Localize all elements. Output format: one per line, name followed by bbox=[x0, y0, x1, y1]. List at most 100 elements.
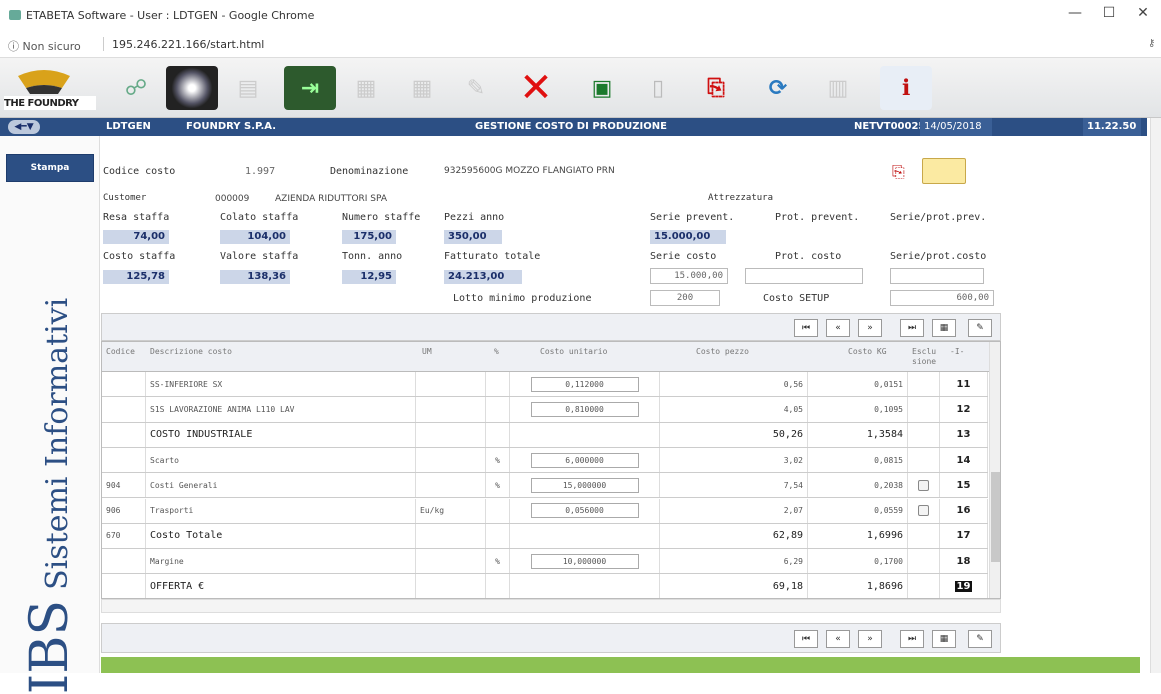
serie-costo-input[interactable]: 15.000,00 bbox=[650, 268, 728, 284]
lotto-label: Lotto minimo produzione bbox=[453, 293, 592, 304]
table-row[interactable]: COSTO INDUSTRIALE 50,26 1,3584 13 bbox=[102, 422, 988, 448]
delete-icon[interactable]: ✕ bbox=[510, 65, 562, 111]
minimize-button[interactable]: — bbox=[1060, 5, 1090, 21]
col-codice[interactable]: Codice bbox=[106, 347, 135, 356]
last-record-button[interactable]: ⏭ bbox=[900, 319, 924, 337]
maximize-button[interactable]: ☐ bbox=[1094, 5, 1124, 21]
table-row[interactable]: OFFERTA € 69,18 1,8696 19 bbox=[102, 574, 988, 598]
unit-cost-input[interactable]: 15,000000 bbox=[530, 477, 639, 493]
cell-code bbox=[102, 574, 146, 598]
browser-title-bar: ETABETA Software - User : LDTGEN - Googl… bbox=[0, 0, 1161, 30]
cell-unit[interactable]: 0,112000 bbox=[510, 372, 660, 397]
col-esclusione[interactable]: Esclu sione bbox=[912, 347, 940, 367]
cell-kg: 0,1095 bbox=[808, 397, 908, 422]
cell-code bbox=[102, 372, 146, 397]
cell-chk bbox=[908, 498, 940, 523]
edit-button-bottom[interactable]: ✎ bbox=[968, 630, 992, 648]
unit-cost-input[interactable]: 10,000000 bbox=[530, 553, 639, 569]
stampa-button[interactable]: Stampa bbox=[6, 154, 94, 182]
col-descrizione[interactable]: Descrizione costo bbox=[150, 347, 232, 356]
cell-code bbox=[102, 549, 146, 574]
cell-kg: 0,1700 bbox=[808, 549, 908, 574]
col-costo-unitario[interactable]: Costo unitario bbox=[540, 347, 607, 356]
costo-staffa-value: 125,78 bbox=[103, 270, 169, 284]
table-row[interactable]: S1S LAVORAZIONE ANIMA L110 LAV 0,810000 4,… bbox=[102, 397, 988, 423]
security-indicator[interactable]: ⓘ Non sicuro bbox=[8, 38, 81, 54]
grid-header: Codice Descrizione costo UM % Costo unit… bbox=[102, 342, 1000, 372]
cell-code bbox=[102, 422, 146, 447]
colato-staffa-label: Colato staffa bbox=[220, 212, 299, 223]
address-bar[interactable]: ⓘ Non sicuro 195.246.221.166/start.html … bbox=[0, 30, 1161, 58]
cell-unit[interactable]: 0,056000 bbox=[510, 498, 660, 523]
unit-cost-input[interactable]: 6,000000 bbox=[530, 452, 639, 468]
last-record-button-bottom[interactable]: ⏭ bbox=[900, 630, 924, 648]
folder-icon[interactable] bbox=[922, 158, 966, 184]
denominazione-label: Denominazione bbox=[330, 166, 409, 177]
unit-cost-input[interactable]: 0,056000 bbox=[530, 503, 639, 519]
lotto-input[interactable]: 200 bbox=[650, 290, 720, 306]
edit-button[interactable]: ✎ bbox=[968, 319, 992, 337]
pdf-doc-icon[interactable]: ⎘ bbox=[892, 162, 905, 182]
cell-unit[interactable]: 6,000000 bbox=[510, 447, 660, 473]
print-icon[interactable]: ▤ bbox=[222, 66, 274, 110]
unit-cost-input[interactable]: 0,112000 bbox=[530, 376, 639, 392]
doc2-icon[interactable]: ▦ bbox=[396, 66, 448, 110]
col-n[interactable]: -I- bbox=[950, 347, 964, 356]
cell-unit[interactable]: 10,000000 bbox=[510, 549, 660, 574]
url-text[interactable]: 195.246.221.166/start.html bbox=[112, 38, 264, 51]
cell-chk bbox=[908, 422, 940, 447]
cell-desc: Margine bbox=[146, 549, 416, 574]
excel-icon[interactable]: ▣ bbox=[576, 66, 628, 110]
cell-n: 13 bbox=[940, 422, 988, 447]
close-button[interactable]: ✕ bbox=[1128, 5, 1158, 21]
calc-button-bottom[interactable]: ▦ bbox=[932, 630, 956, 648]
unit-cost-input[interactable]: 0,810000 bbox=[530, 401, 639, 417]
info-icon[interactable]: ℹ bbox=[880, 66, 932, 110]
prev-record-button[interactable]: « bbox=[826, 319, 850, 337]
exclude-checkbox[interactable] bbox=[918, 505, 929, 517]
table-row[interactable]: SS-INFERIORE SX 0,112000 0,56 0,0151 11 bbox=[102, 372, 988, 398]
cell-um bbox=[416, 422, 486, 447]
calc-button[interactable]: ▦ bbox=[932, 319, 956, 337]
table-row[interactable]: 670 Costo Totale 62,89 1,6996 17 bbox=[102, 523, 988, 550]
costo-setup-input[interactable]: 600,00 bbox=[890, 290, 994, 306]
page-scrollbar[interactable] bbox=[1150, 118, 1161, 673]
cell-desc: COSTO INDUSTRIALE bbox=[146, 422, 416, 447]
prot-costo-input[interactable] bbox=[745, 268, 863, 284]
grid-icon[interactable]: ▥ bbox=[812, 66, 864, 110]
grid-horizontal-scrollbar[interactable] bbox=[101, 599, 1001, 613]
col-perc[interactable]: % bbox=[494, 347, 499, 356]
cell-desc: SS-INFERIORE SX bbox=[146, 372, 416, 397]
first-record-button-bottom[interactable]: ⏮ bbox=[794, 630, 818, 648]
cell-desc: OFFERTA € bbox=[146, 574, 416, 598]
table-row[interactable]: 904 Costi Generali% 15,000000 7,54 0,2038 15 bbox=[102, 473, 988, 499]
scrollbar-thumb[interactable] bbox=[991, 472, 1000, 562]
pdf-icon[interactable]: ⎘ bbox=[690, 66, 742, 110]
doc-icon[interactable]: ▦ bbox=[340, 66, 392, 110]
grid-body: SS-INFERIORE SX 0,112000 0,56 0,0151 11 S1S L… bbox=[102, 372, 988, 598]
table-row[interactable]: Margine% 10,000000 6,29 0,1700 18 bbox=[102, 549, 988, 575]
connect-icon[interactable]: ☍ bbox=[110, 66, 162, 110]
exclude-checkbox[interactable] bbox=[918, 479, 929, 491]
prev-record-button-bottom[interactable]: « bbox=[826, 630, 850, 648]
cell-unit[interactable]: 15,000000 bbox=[510, 473, 660, 498]
col-costo-pezzo[interactable]: Costo pezzo bbox=[696, 347, 749, 356]
next-record-button-bottom[interactable]: » bbox=[858, 630, 882, 648]
col-um[interactable]: UM bbox=[422, 347, 432, 356]
serie-prot-costo-input[interactable] bbox=[890, 268, 984, 284]
clip-icon[interactable]: ✎ bbox=[450, 66, 502, 110]
refresh-icon[interactable]: ⟳ bbox=[752, 66, 804, 110]
back-arrow-icon[interactable]: ◀━▼ bbox=[8, 120, 40, 134]
col-costo-kg[interactable]: Costo KG bbox=[848, 347, 887, 356]
blank-icon[interactable]: ▯ bbox=[632, 66, 684, 110]
grid-vertical-scrollbar[interactable] bbox=[989, 342, 1000, 598]
cell-code bbox=[102, 447, 146, 473]
next-record-button[interactable]: » bbox=[858, 319, 882, 337]
key-icon[interactable]: ⚷ bbox=[1148, 38, 1155, 49]
table-row[interactable]: 906 Trasporti Eu/kg 0,056000 2,07 0,0559 16 bbox=[102, 498, 988, 524]
cell-unit[interactable]: 0,810000 bbox=[510, 397, 660, 422]
exit-icon[interactable]: ⇥ bbox=[284, 66, 336, 110]
disc-icon[interactable] bbox=[166, 66, 218, 110]
first-record-button[interactable]: ⏮ bbox=[794, 319, 818, 337]
table-row[interactable]: Scarto% 6,000000 3,02 0,0815 14 bbox=[102, 447, 988, 474]
